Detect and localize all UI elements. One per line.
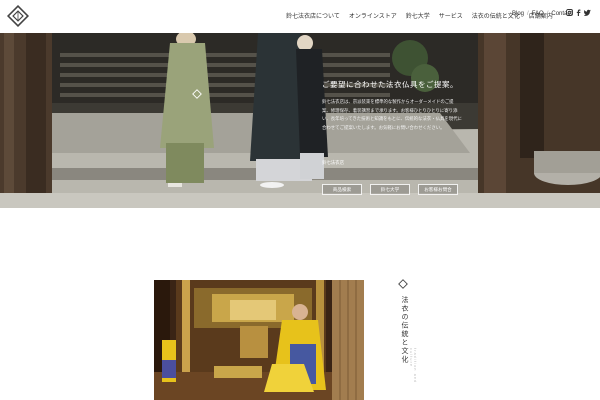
- hero-banner: [0, 33, 600, 208]
- hero-photo-temple-gate: [0, 33, 600, 208]
- section-diamond-icon: [398, 279, 408, 289]
- util-link-blog[interactable]: Blog: [512, 11, 524, 17]
- hero-diamond-icon: [192, 89, 202, 99]
- instagram-icon[interactable]: [566, 9, 573, 16]
- util-link-faq[interactable]: FAQ: [532, 11, 544, 17]
- tradition-photo: [154, 280, 364, 400]
- site-header: 鈴七法衣店について オンラインストア 鈴七大学 サービス 法衣の伝統と文化 店舗…: [0, 0, 600, 33]
- section-subtitle: tradition and culture: [409, 348, 417, 384]
- nav-item-university[interactable]: 鈴七大学: [406, 11, 430, 20]
- temple-altar-photo: [154, 280, 364, 400]
- hero-link[interactable]: 鈴七法衣店: [322, 160, 344, 166]
- university-button[interactable]: 鈴七大学: [370, 184, 410, 195]
- facebook-icon[interactable]: [576, 9, 581, 16]
- hero-heading: ご要望に合わせた法衣仏具をご提案。: [322, 80, 458, 89]
- nav-item-about[interactable]: 鈴七法衣店について: [286, 11, 340, 20]
- inquiry-button[interactable]: お客様お問合: [418, 184, 458, 195]
- utility-nav: Blog / FAQ / Contact: [512, 11, 572, 17]
- util-separator: /: [546, 11, 549, 17]
- hero-body-text: 鈴七法衣店は、宗派装束を標準的な製作からオーダーメイドのご提案、修理保存、着装講…: [322, 100, 462, 131]
- twitter-icon[interactable]: [584, 9, 591, 16]
- util-separator: /: [527, 11, 529, 17]
- brand-logo-icon[interactable]: [7, 5, 29, 27]
- product-search-button[interactable]: 商品検索: [322, 184, 362, 195]
- nav-item-online-store[interactable]: オンラインストア: [349, 11, 397, 20]
- nav-item-service[interactable]: サービス: [439, 11, 463, 20]
- hero-button-group: 商品検索 鈴七大学 お客様お問合: [322, 184, 458, 195]
- social-links: [566, 9, 591, 16]
